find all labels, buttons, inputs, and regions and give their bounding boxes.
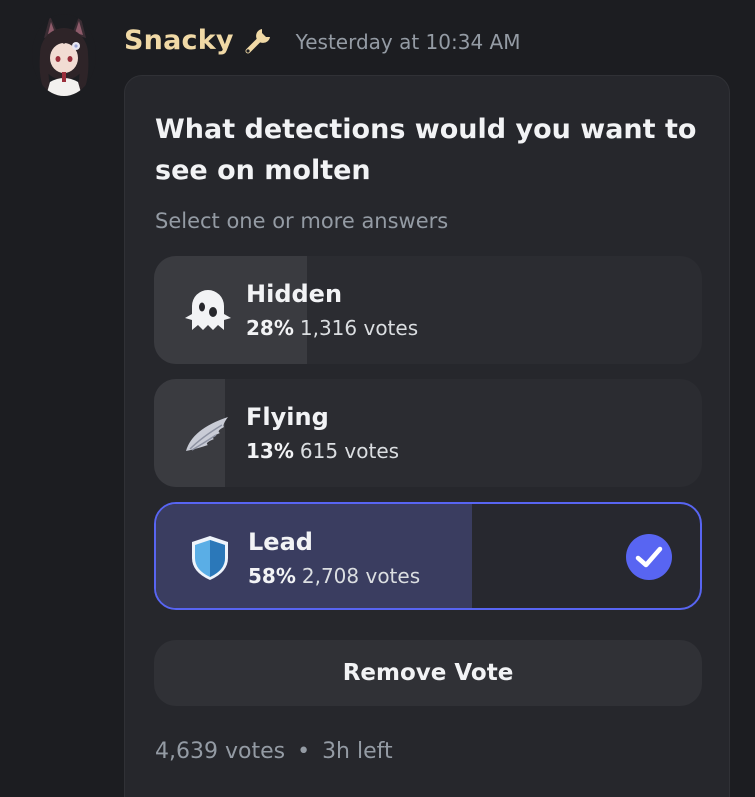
checkmark-icon[interactable] <box>626 534 672 580</box>
poll-card: What detections would you want to see on… <box>124 75 730 797</box>
total-votes[interactable]: 4,639 votes <box>155 739 285 764</box>
answer-votes: 2,708 votes <box>301 564 421 588</box>
poll-answer-flying[interactable]: Flying 13% 615 votes <box>154 379 702 487</box>
answer-votes: 1,316 votes <box>299 316 419 340</box>
answer-percent: 28% <box>246 316 294 340</box>
answer-label: Flying <box>246 403 329 431</box>
ghost-icon <box>182 284 234 336</box>
poll-answer-hidden[interactable]: Hidden 28% 1,316 votes <box>154 256 702 364</box>
answer-percent: 13% <box>246 439 294 463</box>
poll-footer: 4,639 votes • 3h left <box>155 739 393 764</box>
poll-answer-lead[interactable]: Lead 58% 2,708 votes <box>154 502 702 610</box>
answer-stats: 13% 615 votes <box>246 439 399 463</box>
answer-label: Hidden <box>246 280 343 308</box>
answer-votes: 615 votes <box>299 439 400 463</box>
poll-subtitle: Select one or more answers <box>155 209 449 233</box>
discord-message: Snacky Yesterday at 10:34 AM What detect… <box>0 0 755 797</box>
answer-percent: 58% <box>248 564 296 588</box>
answer-label: Lead <box>248 528 313 556</box>
author-name[interactable]: Snacky <box>124 25 234 56</box>
remove-vote-button[interactable]: Remove Vote <box>154 640 702 706</box>
wrench-icon <box>242 23 276 57</box>
message-timestamp: Yesterday at 10:34 AM <box>295 30 521 54</box>
answer-stats: 58% 2,708 votes <box>248 564 420 588</box>
separator: • <box>297 739 311 764</box>
message-header: Snacky Yesterday at 10:34 AM <box>124 20 521 60</box>
poll-question: What detections would you want to see on… <box>155 114 697 186</box>
time-left: 3h left <box>322 739 393 764</box>
avatar[interactable] <box>32 14 96 96</box>
shield-icon <box>184 532 236 584</box>
answer-stats: 28% 1,316 votes <box>246 316 418 340</box>
wing-icon <box>182 407 234 459</box>
